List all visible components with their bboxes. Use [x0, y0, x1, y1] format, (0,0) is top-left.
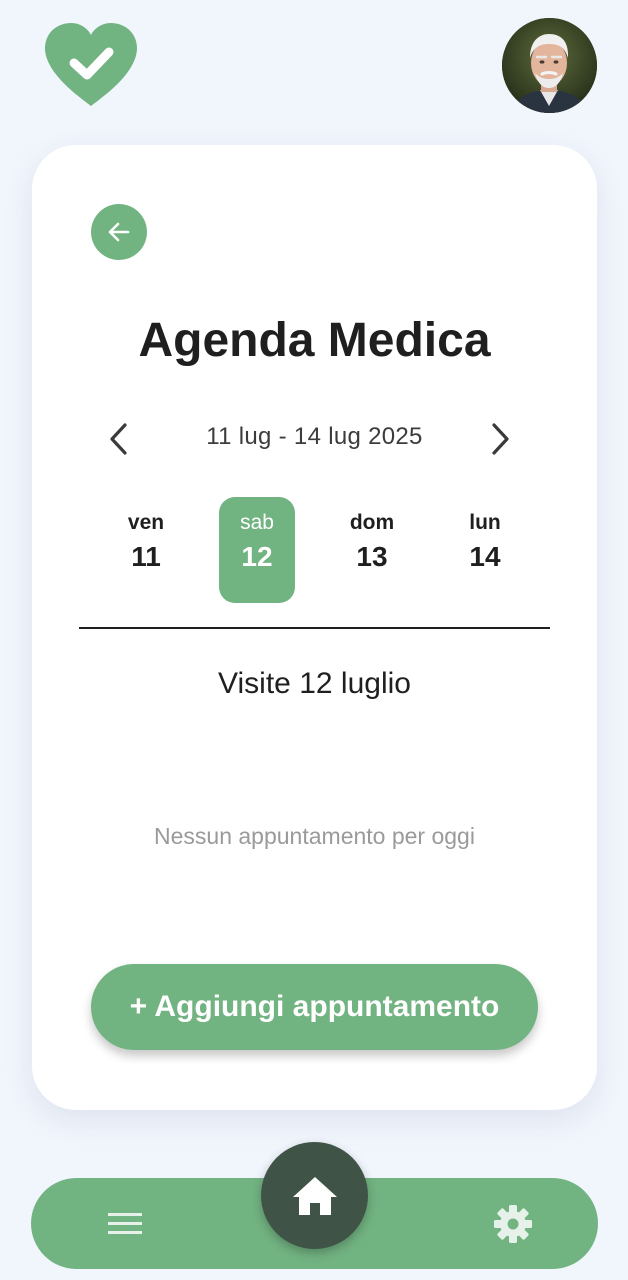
home-button[interactable]: [261, 1142, 368, 1249]
day-number: 13: [356, 541, 388, 572]
day-number: 11: [131, 541, 161, 572]
heart-check-icon: [44, 23, 138, 106]
date-range-navigator: 11 lug - 14 lug 2025: [32, 415, 597, 459]
day-name: ven: [127, 511, 165, 534]
divider: [79, 627, 550, 629]
day-item-lun-14[interactable]: lun 14: [447, 497, 523, 603]
empty-state-message: Nessun appuntamento per oggi: [154, 823, 475, 849]
menu-button[interactable]: [103, 1202, 147, 1246]
add-appointment-button[interactable]: + Aggiungi appuntamento: [91, 964, 538, 1050]
day-item-dom-13[interactable]: dom 13: [334, 497, 410, 603]
date-range-label: 11 lug - 14 lug 2025: [206, 423, 423, 450]
avatar[interactable]: [502, 18, 597, 113]
arrow-left-icon: [108, 222, 130, 242]
back-button[interactable]: [91, 204, 147, 260]
day-item-sab-12[interactable]: sab 12: [219, 497, 295, 603]
day-name: lun: [469, 511, 501, 534]
day-item-ven-11[interactable]: ven 11: [108, 497, 184, 603]
previous-range-button[interactable]: [98, 419, 138, 459]
profile-photo: [502, 18, 597, 113]
menu-icon: [108, 1213, 142, 1234]
visits-title: Visite 12 luglio: [218, 667, 411, 700]
home-icon: [292, 1176, 337, 1215]
gear-icon: [494, 1205, 532, 1243]
day-name: dom: [349, 511, 395, 534]
agenda-card: Agenda Medica 11 lug - 14 lug 2025 ven 1…: [32, 145, 597, 1110]
day-number: 14: [469, 541, 501, 572]
app-logo: [44, 22, 138, 108]
page-title: Agenda Medica: [138, 314, 491, 367]
chevron-left-icon: [110, 423, 127, 455]
day-number: 12: [241, 541, 273, 572]
next-range-button[interactable]: [481, 419, 521, 459]
day-selector: ven 11 sab 12 dom 13 lun 14: [32, 497, 597, 603]
settings-button[interactable]: [491, 1202, 535, 1246]
day-name: sab: [240, 511, 274, 534]
chevron-right-icon: [492, 423, 509, 455]
